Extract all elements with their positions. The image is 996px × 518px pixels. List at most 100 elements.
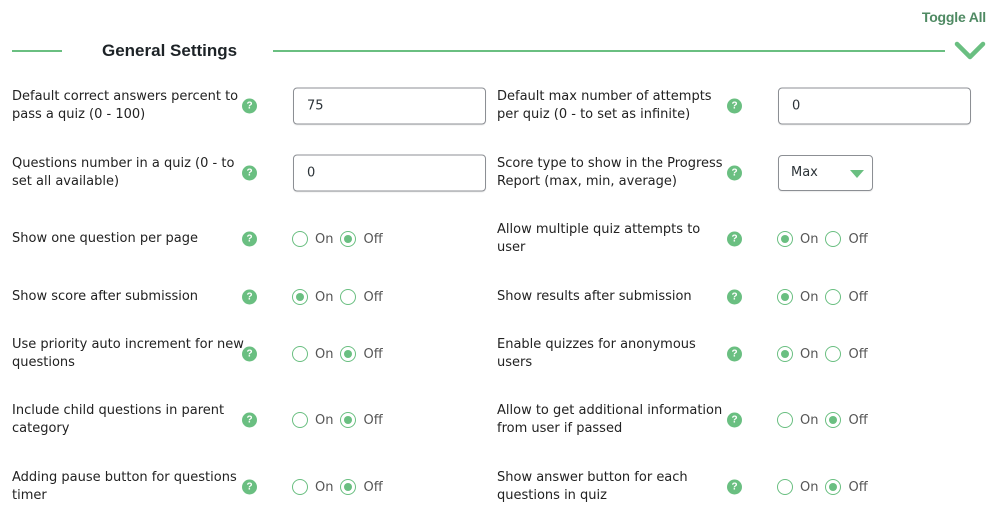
help-icon[interactable]: ? [727, 479, 742, 495]
radio-unchecked-icon[interactable] [292, 412, 308, 428]
radio-on[interactable]: On [777, 412, 818, 428]
toggle-all-link[interactable]: Toggle All [922, 9, 986, 25]
radio-on[interactable]: On [292, 231, 333, 247]
radio-unchecked-icon[interactable] [340, 289, 357, 305]
radio-off[interactable]: Off [825, 231, 868, 247]
setting-label: Score type to show in the Progress Repor… [497, 156, 723, 189]
help-icon[interactable]: ? [242, 412, 257, 428]
radio-checked-icon[interactable] [340, 479, 357, 495]
radio-label: On [800, 412, 819, 428]
help-icon[interactable]: ? [242, 479, 257, 495]
setting-label: Show one question per page [12, 231, 199, 246]
radio-on[interactable]: On [292, 289, 333, 305]
radio-unchecked-icon[interactable] [292, 346, 308, 362]
radio-checked-icon[interactable] [825, 412, 842, 428]
help-icon[interactable]: ? [727, 412, 742, 428]
radio-label: On [800, 231, 819, 247]
setting-label: Default max number of attempts per quiz … [497, 89, 712, 122]
radio-off[interactable]: Off [825, 289, 868, 305]
radio-label: Off [363, 289, 383, 305]
setting-row-right-5: Allow to get additional information from… [497, 400, 977, 440]
radio-off[interactable]: Off [825, 479, 868, 495]
radio-unchecked-icon[interactable] [292, 479, 308, 495]
divider-left [12, 50, 62, 52]
setting-row-right-6: Show answer button for each questions in… [497, 467, 977, 507]
radio-label: On [800, 289, 819, 305]
on-off-radio-group: On Off [777, 478, 875, 496]
radio-off[interactable]: Off [340, 412, 383, 428]
on-off-radio-group: On Off [292, 478, 390, 496]
radio-checked-icon[interactable] [777, 289, 793, 305]
help-icon[interactable]: ? [727, 289, 742, 305]
setting-row-left-4: Use priority auto increment for new ques… [12, 334, 492, 374]
help-icon[interactable]: ? [727, 231, 742, 247]
setting-label: Show answer button for each questions in… [497, 470, 688, 503]
setting-row-right-3: Show results after submission? On Off [497, 277, 977, 317]
dropdown-arrow-icon [850, 170, 864, 178]
radio-label: On [315, 479, 334, 495]
radio-label: Off [848, 289, 868, 305]
setting-label: Show results after submission [497, 289, 692, 304]
setting-label: Adding pause button for questions timer [12, 470, 237, 503]
radio-label: On [800, 479, 819, 495]
setting-text-input[interactable] [778, 87, 971, 125]
help-icon[interactable]: ? [727, 346, 742, 362]
radio-label: Off [848, 479, 868, 495]
radio-checked-icon[interactable] [777, 346, 793, 362]
radio-label: Off [848, 231, 868, 247]
radio-off[interactable]: Off [340, 289, 383, 305]
radio-checked-icon[interactable] [340, 412, 357, 428]
help-icon[interactable]: ? [727, 98, 742, 114]
setting-row-left-0: Default correct answers percent to pass … [12, 86, 492, 126]
radio-label: On [315, 289, 334, 305]
radio-on[interactable]: On [292, 346, 333, 362]
radio-unchecked-icon[interactable] [825, 346, 842, 362]
help-icon[interactable]: ? [242, 98, 257, 114]
radio-label: Off [363, 231, 383, 247]
radio-label: On [800, 346, 819, 362]
score-type-select[interactable]: Max [778, 155, 873, 191]
radio-off[interactable]: Off [340, 346, 383, 362]
setting-text-input[interactable] [293, 154, 486, 192]
radio-label: On [315, 412, 334, 428]
setting-label: Default correct answers percent to pass … [12, 89, 239, 122]
radio-off[interactable]: Off [340, 479, 383, 495]
radio-checked-icon[interactable] [777, 231, 793, 247]
chevron-down-icon[interactable] [954, 40, 986, 62]
radio-checked-icon[interactable] [340, 346, 357, 362]
radio-unchecked-icon[interactable] [292, 231, 308, 247]
setting-row-right-1: Score type to show in the Progress Repor… [497, 153, 977, 193]
help-icon[interactable]: ? [242, 289, 257, 305]
setting-label: Allow to get additional information from… [497, 403, 723, 436]
help-icon[interactable]: ? [242, 231, 257, 247]
help-icon[interactable]: ? [727, 165, 742, 181]
setting-label: Show score after submission [12, 289, 199, 304]
radio-on[interactable]: On [292, 412, 333, 428]
radio-on[interactable]: On [777, 479, 818, 495]
setting-row-left-2: Show one question per page? On Off [12, 219, 492, 259]
setting-label: Use priority auto increment for new ques… [12, 337, 244, 370]
on-off-radio-group: On Off [292, 411, 390, 429]
radio-checked-icon[interactable] [825, 479, 842, 495]
radio-checked-icon[interactable] [292, 289, 308, 305]
radio-on[interactable]: On [777, 289, 818, 305]
radio-label: Off [363, 346, 383, 362]
radio-on[interactable]: On [777, 346, 818, 362]
radio-on[interactable]: On [777, 231, 818, 247]
setting-row-left-1: Questions number in a quiz (0 - to set a… [12, 153, 492, 193]
radio-on[interactable]: On [292, 479, 333, 495]
radio-off[interactable]: Off [340, 231, 383, 247]
radio-off[interactable]: Off [825, 346, 868, 362]
help-icon[interactable]: ? [242, 346, 257, 362]
radio-unchecked-icon[interactable] [777, 412, 793, 428]
radio-label: On [315, 346, 334, 362]
setting-text-input[interactable] [293, 87, 486, 125]
radio-unchecked-icon[interactable] [825, 289, 842, 305]
setting-row-right-4: Enable quizzes for anonymous users? On Off [497, 334, 977, 374]
radio-unchecked-icon[interactable] [825, 231, 842, 247]
on-off-radio-group: On Off [292, 345, 390, 363]
radio-unchecked-icon[interactable] [777, 479, 793, 495]
help-icon[interactable]: ? [242, 165, 257, 181]
radio-off[interactable]: Off [825, 412, 868, 428]
radio-checked-icon[interactable] [340, 231, 357, 247]
